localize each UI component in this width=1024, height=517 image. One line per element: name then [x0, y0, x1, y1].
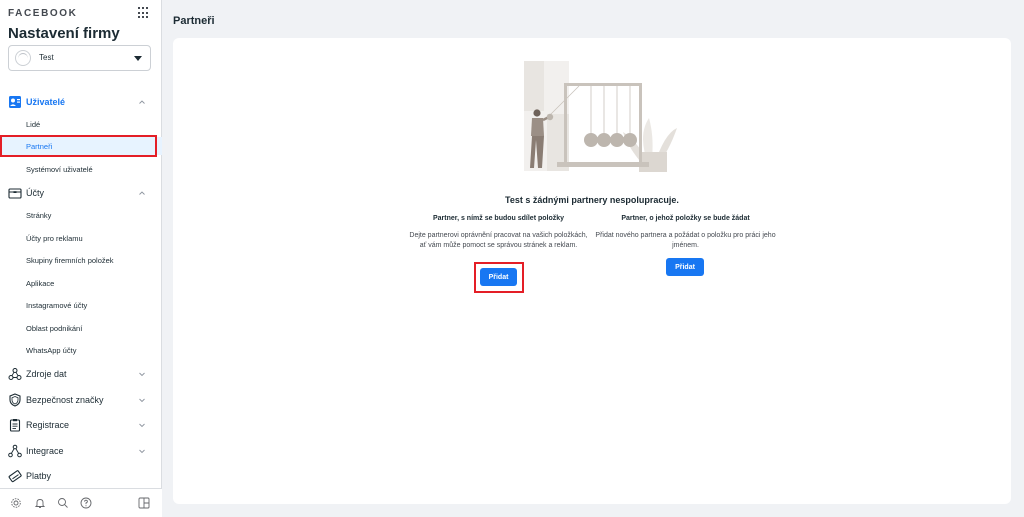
nav-section-integrations[interactable]: Integrace	[0, 441, 162, 461]
nav-section-accounts[interactable]: Účty	[0, 183, 162, 203]
nav-item-label: Partneři	[26, 142, 53, 151]
nav-section-label: Uživatelé	[26, 97, 66, 107]
nav-item-whatsapp-accounts[interactable]: WhatsApp účty	[0, 341, 162, 359]
nav-item-label: Lidé	[26, 120, 41, 129]
nav-item-partners[interactable]: Partneři	[0, 137, 162, 155]
nav-section-label: Účty	[26, 188, 44, 198]
nav-section-brand-safety[interactable]: Bezpečnost značky	[0, 390, 162, 410]
nav-section-users[interactable]: Uživatelé	[0, 92, 162, 112]
nav-item-ad-accounts[interactable]: Účty pro reklamu	[0, 229, 162, 247]
nav-item-business-asset-groups[interactable]: Skupiny firemních položek	[0, 251, 162, 269]
share-assets-description: Dejte partnerovi oprávnění pracovat na v…	[409, 232, 588, 249]
nav-item-label: Účty pro reklamu	[26, 234, 83, 243]
clipboard-icon	[9, 419, 21, 432]
nav-section-payments[interactable]: Platby	[0, 466, 162, 486]
nav-section-label: Registrace	[26, 420, 70, 430]
nav-item-people[interactable]: Lidé	[0, 115, 162, 133]
add-share-partner-button[interactable]: Přidat	[480, 268, 517, 286]
search-icon[interactable]	[57, 497, 69, 509]
bell-icon[interactable]	[34, 497, 46, 509]
integration-nodes-icon	[8, 444, 22, 458]
nav-item-label: Oblast podnikání	[26, 324, 83, 333]
nav-section-label: Bezpečnost značky	[26, 395, 104, 405]
partners-empty-card: Test s žádnými partnery nespolupracuje. …	[173, 38, 1011, 504]
sidebar-bottom-bar	[0, 488, 162, 517]
request-assets-description: Přidat nového partnera a požádat o polož…	[595, 232, 776, 249]
panel-toggle-icon[interactable]	[138, 497, 150, 509]
people-network-icon	[8, 368, 22, 380]
person-badge-icon	[9, 96, 21, 108]
add-request-partner-button[interactable]: Přidat	[666, 258, 704, 276]
folder-icon	[8, 188, 22, 199]
nav-item-label: Systémoví uživatelé	[26, 165, 93, 174]
chevron-down-icon	[139, 423, 145, 428]
nav-item-pages[interactable]: Stránky	[0, 206, 162, 224]
sidebar: FACEBOOK Nastavení firmy Test Uživatelé …	[0, 0, 162, 517]
share-assets-column: Partner, s nímž se budou sdílet položky …	[406, 215, 591, 251]
business-settings-title: Nastavení firmy	[8, 25, 120, 42]
chevron-down-icon	[139, 398, 145, 403]
settings-gear-icon[interactable]	[10, 497, 22, 509]
nav-section-label: Platby	[26, 471, 52, 481]
nav-item-instagram-accounts[interactable]: Instagramové účty	[0, 296, 162, 314]
facebook-brand: FACEBOOK	[8, 8, 78, 19]
nav-item-apps[interactable]: Aplikace	[0, 274, 162, 292]
nav-item-line-of-business[interactable]: Oblast podnikání	[0, 319, 162, 337]
nav-item-label: Skupiny firemních položek	[26, 256, 114, 265]
newtons-cradle-illustration	[524, 61, 677, 172]
chevron-up-icon	[139, 191, 145, 195]
page-title: Partneři	[173, 15, 215, 27]
nav-item-label: Instagramové účty	[26, 301, 88, 310]
account-avatar	[15, 50, 31, 66]
nav-item-system-users[interactable]: Systémoví uživatelé	[0, 160, 162, 178]
nav-item-label: WhatsApp účty	[26, 346, 77, 355]
card-tag-icon	[8, 470, 22, 483]
chevron-down-icon	[139, 449, 145, 454]
chevron-up-icon	[139, 100, 145, 104]
request-assets-title: Partner, o jehož položky se bude žádat	[621, 215, 750, 222]
request-assets-column: Partner, o jehož položky se bude žádat P…	[593, 215, 778, 251]
empty-state-title: Test s žádnými partnery nespolupracuje.	[505, 195, 679, 205]
business-account-select[interactable]: Test	[8, 45, 151, 71]
nav-section-registration[interactable]: Registrace	[0, 415, 162, 435]
nav-section-data-sources[interactable]: Zdroje dat	[0, 364, 162, 384]
account-select-value: Test	[39, 53, 54, 62]
nav-section-label: Integrace	[26, 446, 64, 456]
caret-down-icon	[134, 56, 142, 61]
nav-section-label: Zdroje dat	[26, 369, 67, 379]
nav-item-label: Aplikace	[26, 279, 55, 288]
help-question-icon[interactable]	[80, 497, 92, 509]
apps-grid-icon[interactable]	[138, 7, 150, 19]
share-assets-title: Partner, s nímž se budou sdílet položky	[432, 215, 565, 222]
nav-item-label: Stránky	[26, 211, 52, 220]
shield-icon	[9, 393, 21, 407]
chevron-down-icon	[139, 372, 145, 377]
